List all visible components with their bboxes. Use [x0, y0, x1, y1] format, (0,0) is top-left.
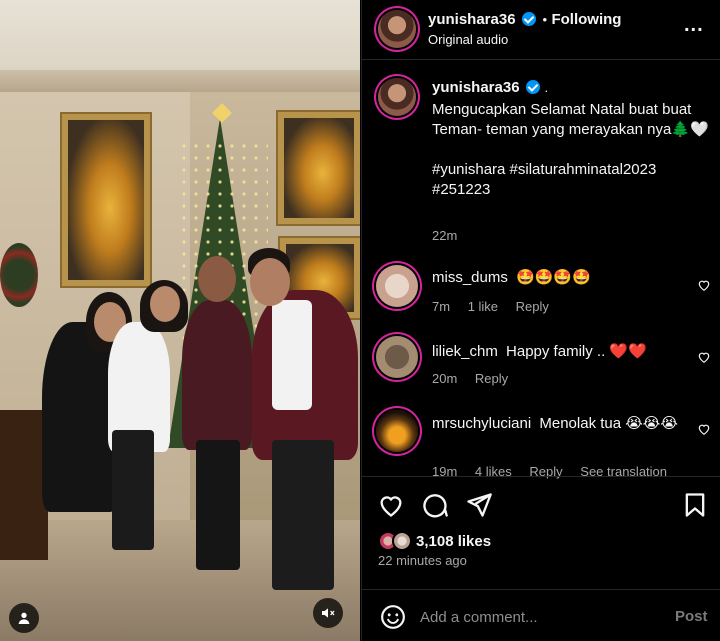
heart-icon[interactable]: [377, 491, 405, 519]
following-button[interactable]: Following: [551, 11, 621, 28]
comment-text: 🤩🤩🤩🤩: [516, 269, 591, 286]
follow-separator: •: [542, 12, 548, 27]
caption-emoji: 🌲🤍: [671, 121, 709, 138]
photo-person-3-head: [198, 256, 236, 302]
comment-like-heart-icon[interactable]: [697, 350, 711, 364]
caption-text: Mengucapkan Selamat Natal buat buat Tema…: [432, 100, 712, 200]
post-time-ago[interactable]: 22 minutes ago: [378, 553, 467, 568]
comment-avatar[interactable]: [376, 336, 418, 378]
mute-icon: [322, 608, 335, 618]
caption-username[interactable]: yunishara36: [432, 79, 520, 96]
emoji-icon[interactable]: [380, 604, 406, 630]
caption-suffix: .: [544, 80, 549, 95]
photo-person-4-pants: [272, 440, 334, 590]
comment-username[interactable]: mrsuchyluciani: [432, 415, 531, 432]
post-header: yunishara36 • Following Original audio .…: [362, 0, 720, 60]
comment-body: liliek_chm Happy family .. ❤️❤️: [432, 342, 692, 362]
share-icon[interactable]: [465, 491, 493, 519]
tag-people-button[interactable]: [9, 603, 39, 633]
liker-avatar: [392, 531, 412, 551]
author-row: yunishara36 • Following: [428, 11, 621, 29]
photo-person-4-shirt: [272, 300, 312, 410]
comment-meta: 20m Reply: [432, 371, 522, 386]
comment-avatar[interactable]: [376, 410, 418, 452]
comment-text: Menolak tua 😭😭😭: [539, 415, 678, 432]
likes-count[interactable]: 3,108 likes: [416, 533, 491, 550]
caption-body: Mengucapkan Selamat Natal buat buat Tema…: [432, 101, 692, 138]
photo-person-2-pants: [112, 430, 154, 550]
post-comment-button[interactable]: Post: [675, 608, 708, 625]
comment-body: miss_dums 🤩🤩🤩🤩: [432, 268, 692, 288]
photo-person-3-pants: [196, 440, 240, 570]
comment-likes[interactable]: 1 like: [468, 299, 498, 314]
post-detail-panel: yunishara36 • Following Original audio .…: [361, 0, 720, 641]
comment-icon[interactable]: [421, 491, 449, 519]
comment-reply-button[interactable]: Reply: [475, 371, 508, 386]
more-icon: ...: [684, 14, 704, 36]
comment-username[interactable]: liliek_chm: [432, 343, 498, 360]
caption-time[interactable]: 22m: [432, 228, 457, 243]
caption-hashtags[interactable]: #yunishara #silaturahminatal2023 #251223: [432, 160, 712, 200]
likes-row[interactable]: 3,108 likes: [378, 530, 491, 552]
comment-username[interactable]: miss_dums: [432, 269, 508, 286]
audio-label[interactable]: Original audio: [428, 32, 508, 47]
photo-piano: [0, 410, 48, 560]
photo-wreath: [0, 243, 38, 307]
comment-text: Happy family .. ❤️❤️: [506, 343, 647, 360]
comment-reply-button[interactable]: Reply: [516, 299, 549, 314]
photo-painting-left: [62, 114, 150, 286]
more-options-button[interactable]: ...: [684, 14, 704, 37]
verified-badge-icon: [522, 12, 536, 26]
comment-like-heart-icon[interactable]: [697, 278, 711, 292]
mute-button[interactable]: [313, 598, 343, 628]
photo-person-4-head: [250, 258, 290, 306]
post-actions: 3,108 likes 22 minutes ago Post: [362, 476, 720, 641]
comment-time[interactable]: 7m: [432, 299, 450, 314]
comment-composer: Post: [362, 589, 720, 641]
author-username[interactable]: yunishara36: [428, 11, 516, 28]
comment-meta: 7m 1 like Reply: [432, 299, 563, 314]
photo-molding: [0, 70, 360, 92]
author-avatar[interactable]: [378, 10, 416, 48]
caption-avatar[interactable]: [378, 78, 416, 116]
photo-person-3: [182, 300, 252, 450]
post-photo[interactable]: [0, 0, 360, 641]
comment-body: mrsuchyluciani Menolak tua 😭😭😭: [432, 414, 682, 434]
comment-time[interactable]: 20m: [432, 371, 457, 386]
comment-input[interactable]: [420, 606, 650, 628]
photo-person-2-head: [150, 286, 180, 322]
caption-verified-badge-icon: [526, 80, 540, 94]
bookmark-icon[interactable]: [681, 491, 709, 519]
comment-avatar[interactable]: [376, 265, 418, 307]
photo-painting-right: [278, 112, 360, 224]
caption-author-row: yunishara36 .: [432, 79, 548, 97]
tag-people-icon: [18, 612, 30, 624]
comment-like-heart-icon[interactable]: [697, 422, 711, 436]
